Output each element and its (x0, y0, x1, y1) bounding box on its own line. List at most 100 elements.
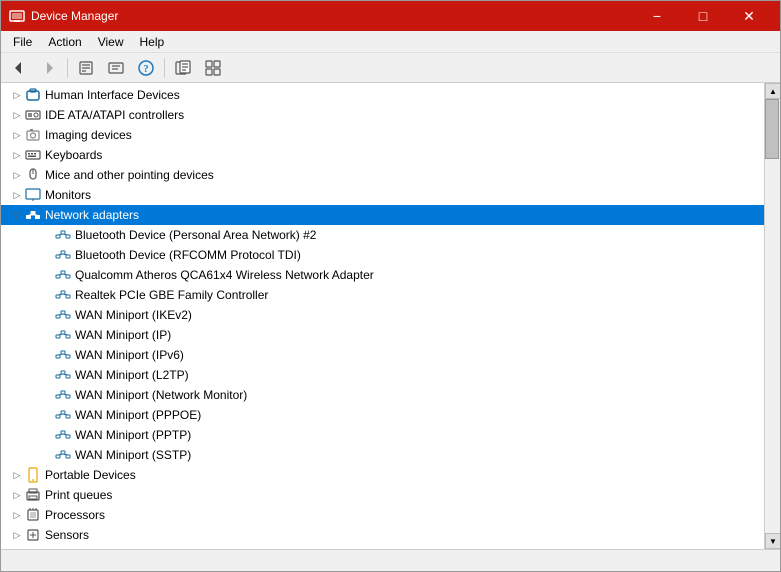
wan-icon (55, 367, 71, 383)
menu-bar: File Action View Help (1, 31, 780, 53)
network-child-icon (55, 227, 71, 243)
toolbar: ? (1, 53, 780, 83)
network-icon (25, 207, 41, 223)
list-item[interactable]: WAN Miniport (L2TP) (1, 365, 764, 385)
list-item-portable-devices[interactable]: ▷ Portable Devices (1, 465, 764, 485)
item-label: WAN Miniport (SSTP) (75, 448, 191, 462)
item-label: Sensors (45, 528, 89, 542)
wan-icon (55, 387, 71, 403)
item-label: WAN Miniport (Network Monitor) (75, 388, 247, 402)
toolbar-sep-2 (164, 58, 165, 78)
scroll-up-button[interactable]: ▲ (765, 83, 780, 99)
list-item[interactable]: ▷ Monitors (1, 185, 764, 205)
update-driver-button[interactable] (102, 56, 130, 80)
list-item[interactable]: WAN Miniport (PPTP) (1, 425, 764, 445)
item-label: WAN Miniport (PPTP) (75, 428, 191, 442)
list-item[interactable]: ▷ Human Interface Devices (1, 85, 764, 105)
item-label: Keyboards (45, 148, 102, 162)
status-bar (1, 549, 780, 571)
ide-icon (25, 107, 41, 123)
expand-icon[interactable]: ▷ (9, 147, 25, 163)
scroll-down-button[interactable]: ▼ (765, 533, 780, 549)
item-label: Monitors (45, 188, 91, 202)
list-item[interactable]: WAN Miniport (IPv6) (1, 345, 764, 365)
item-label: Bluetooth Device (RFCOMM Protocol TDI) (75, 248, 301, 262)
device-manager-window: Device Manager − □ ✕ File Action View He… (0, 0, 781, 572)
print-icon (25, 487, 41, 503)
item-label: IDE ATA/ATAPI controllers (45, 108, 184, 122)
item-label: Bluetooth Device (Personal Area Network)… (75, 228, 316, 242)
list-item[interactable]: Bluetooth Device (RFCOMM Protocol TDI) (1, 245, 764, 265)
wan-icon (55, 447, 71, 463)
item-label: WAN Miniport (PPPOE) (75, 408, 201, 422)
list-item[interactable]: ▷ Imaging devices (1, 125, 764, 145)
list-item[interactable]: WAN Miniport (IP) (1, 325, 764, 345)
expand-icon[interactable]: ▷ (9, 467, 25, 483)
menu-file[interactable]: File (5, 33, 40, 51)
item-label: Qualcomm Atheros QCA61x4 Wireless Networ… (75, 268, 374, 282)
sensor-icon (25, 527, 41, 543)
item-label: Imaging devices (45, 128, 132, 142)
title-bar: Device Manager − □ ✕ (1, 1, 780, 31)
maximize-button[interactable]: □ (680, 1, 726, 31)
close-button[interactable]: ✕ (726, 1, 772, 31)
back-button[interactable] (5, 56, 33, 80)
list-item[interactable]: ▷ Mice and other pointing devices (1, 165, 764, 185)
item-label: Processors (45, 508, 105, 522)
list-item[interactable]: ▷ Sensors (1, 525, 764, 545)
list-item[interactable]: WAN Miniport (PPPOE) (1, 405, 764, 425)
svg-text:?: ? (144, 64, 149, 75)
item-label: WAN Miniport (IP) (75, 328, 171, 342)
hid-icon (25, 87, 41, 103)
scrollbar-thumb[interactable] (765, 99, 779, 159)
list-item[interactable]: ▷ Keyboards (1, 145, 764, 165)
menu-view[interactable]: View (90, 33, 132, 51)
menu-help[interactable]: Help (132, 33, 173, 51)
list-item[interactable]: ▷ IDE ATA/ATAPI controllers (1, 105, 764, 125)
wan-icon (55, 407, 71, 423)
app-icon (9, 8, 25, 24)
imaging-icon (25, 127, 41, 143)
expand-icon[interactable]: ▷ (9, 507, 25, 523)
expand-icon[interactable]: ▷ (9, 87, 25, 103)
item-label: WAN Miniport (IPv6) (75, 348, 184, 362)
processor-icon (25, 507, 41, 523)
scrollbar[interactable]: ▲ ▼ (764, 83, 780, 549)
portable-icon (25, 467, 41, 483)
expand-icon[interactable]: ▷ (9, 187, 25, 203)
list-item[interactable]: Bluetooth Device (Personal Area Network)… (1, 225, 764, 245)
expand-icon[interactable]: ▷ (9, 527, 25, 543)
list-item-network-adapters[interactable]: ▽ Network adapters (1, 205, 764, 225)
item-label: Realtek PCIe GBE Family Controller (75, 288, 268, 302)
scan-changes-button[interactable] (169, 56, 197, 80)
window-controls: − □ ✕ (634, 1, 772, 31)
list-item[interactable]: WAN Miniport (Network Monitor) (1, 385, 764, 405)
view-button[interactable] (199, 56, 227, 80)
expand-icon[interactable]: ▷ (9, 487, 25, 503)
expand-icon[interactable]: ▷ (9, 107, 25, 123)
list-item[interactable]: ▷ Print queues (1, 485, 764, 505)
expand-icon[interactable]: ▷ (9, 127, 25, 143)
mouse-icon (25, 167, 41, 183)
expand-icon[interactable]: ▽ (9, 207, 25, 223)
item-label: Mice and other pointing devices (45, 168, 214, 182)
network-child-icon (55, 287, 71, 303)
list-item[interactable]: WAN Miniport (IKEv2) (1, 305, 764, 325)
minimize-button[interactable]: − (634, 1, 680, 31)
item-label: Network adapters (45, 208, 139, 222)
forward-button[interactable] (35, 56, 63, 80)
item-label: WAN Miniport (IKEv2) (75, 308, 192, 322)
properties-button[interactable] (72, 56, 100, 80)
item-label: Print queues (45, 488, 112, 502)
network-child-icon (55, 267, 71, 283)
device-tree[interactable]: ▷ Human Interface Devices ▷ IDE ATA/ATAP… (1, 83, 764, 549)
expand-icon[interactable]: ▷ (9, 167, 25, 183)
item-label: WAN Miniport (L2TP) (75, 368, 189, 382)
list-item[interactable]: WAN Miniport (SSTP) (1, 445, 764, 465)
wan-icon (55, 347, 71, 363)
list-item[interactable]: ▷ Processors (1, 505, 764, 525)
help-button[interactable]: ? (132, 56, 160, 80)
list-item[interactable]: Qualcomm Atheros QCA61x4 Wireless Networ… (1, 265, 764, 285)
menu-action[interactable]: Action (40, 33, 89, 51)
list-item[interactable]: Realtek PCIe GBE Family Controller (1, 285, 764, 305)
